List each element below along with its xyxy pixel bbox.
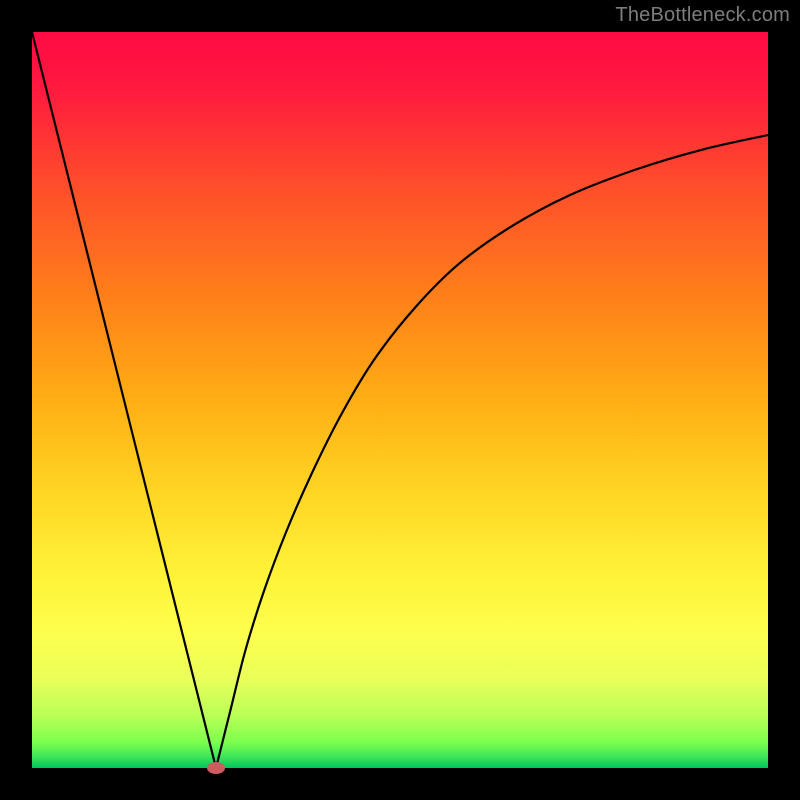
curve-path bbox=[32, 32, 768, 768]
optimal-point-marker bbox=[207, 762, 225, 774]
plot-area bbox=[32, 32, 768, 768]
watermark-text: TheBottleneck.com bbox=[615, 4, 790, 27]
chart-frame: TheBottleneck.com bbox=[0, 0, 800, 800]
bottleneck-curve bbox=[32, 32, 768, 768]
